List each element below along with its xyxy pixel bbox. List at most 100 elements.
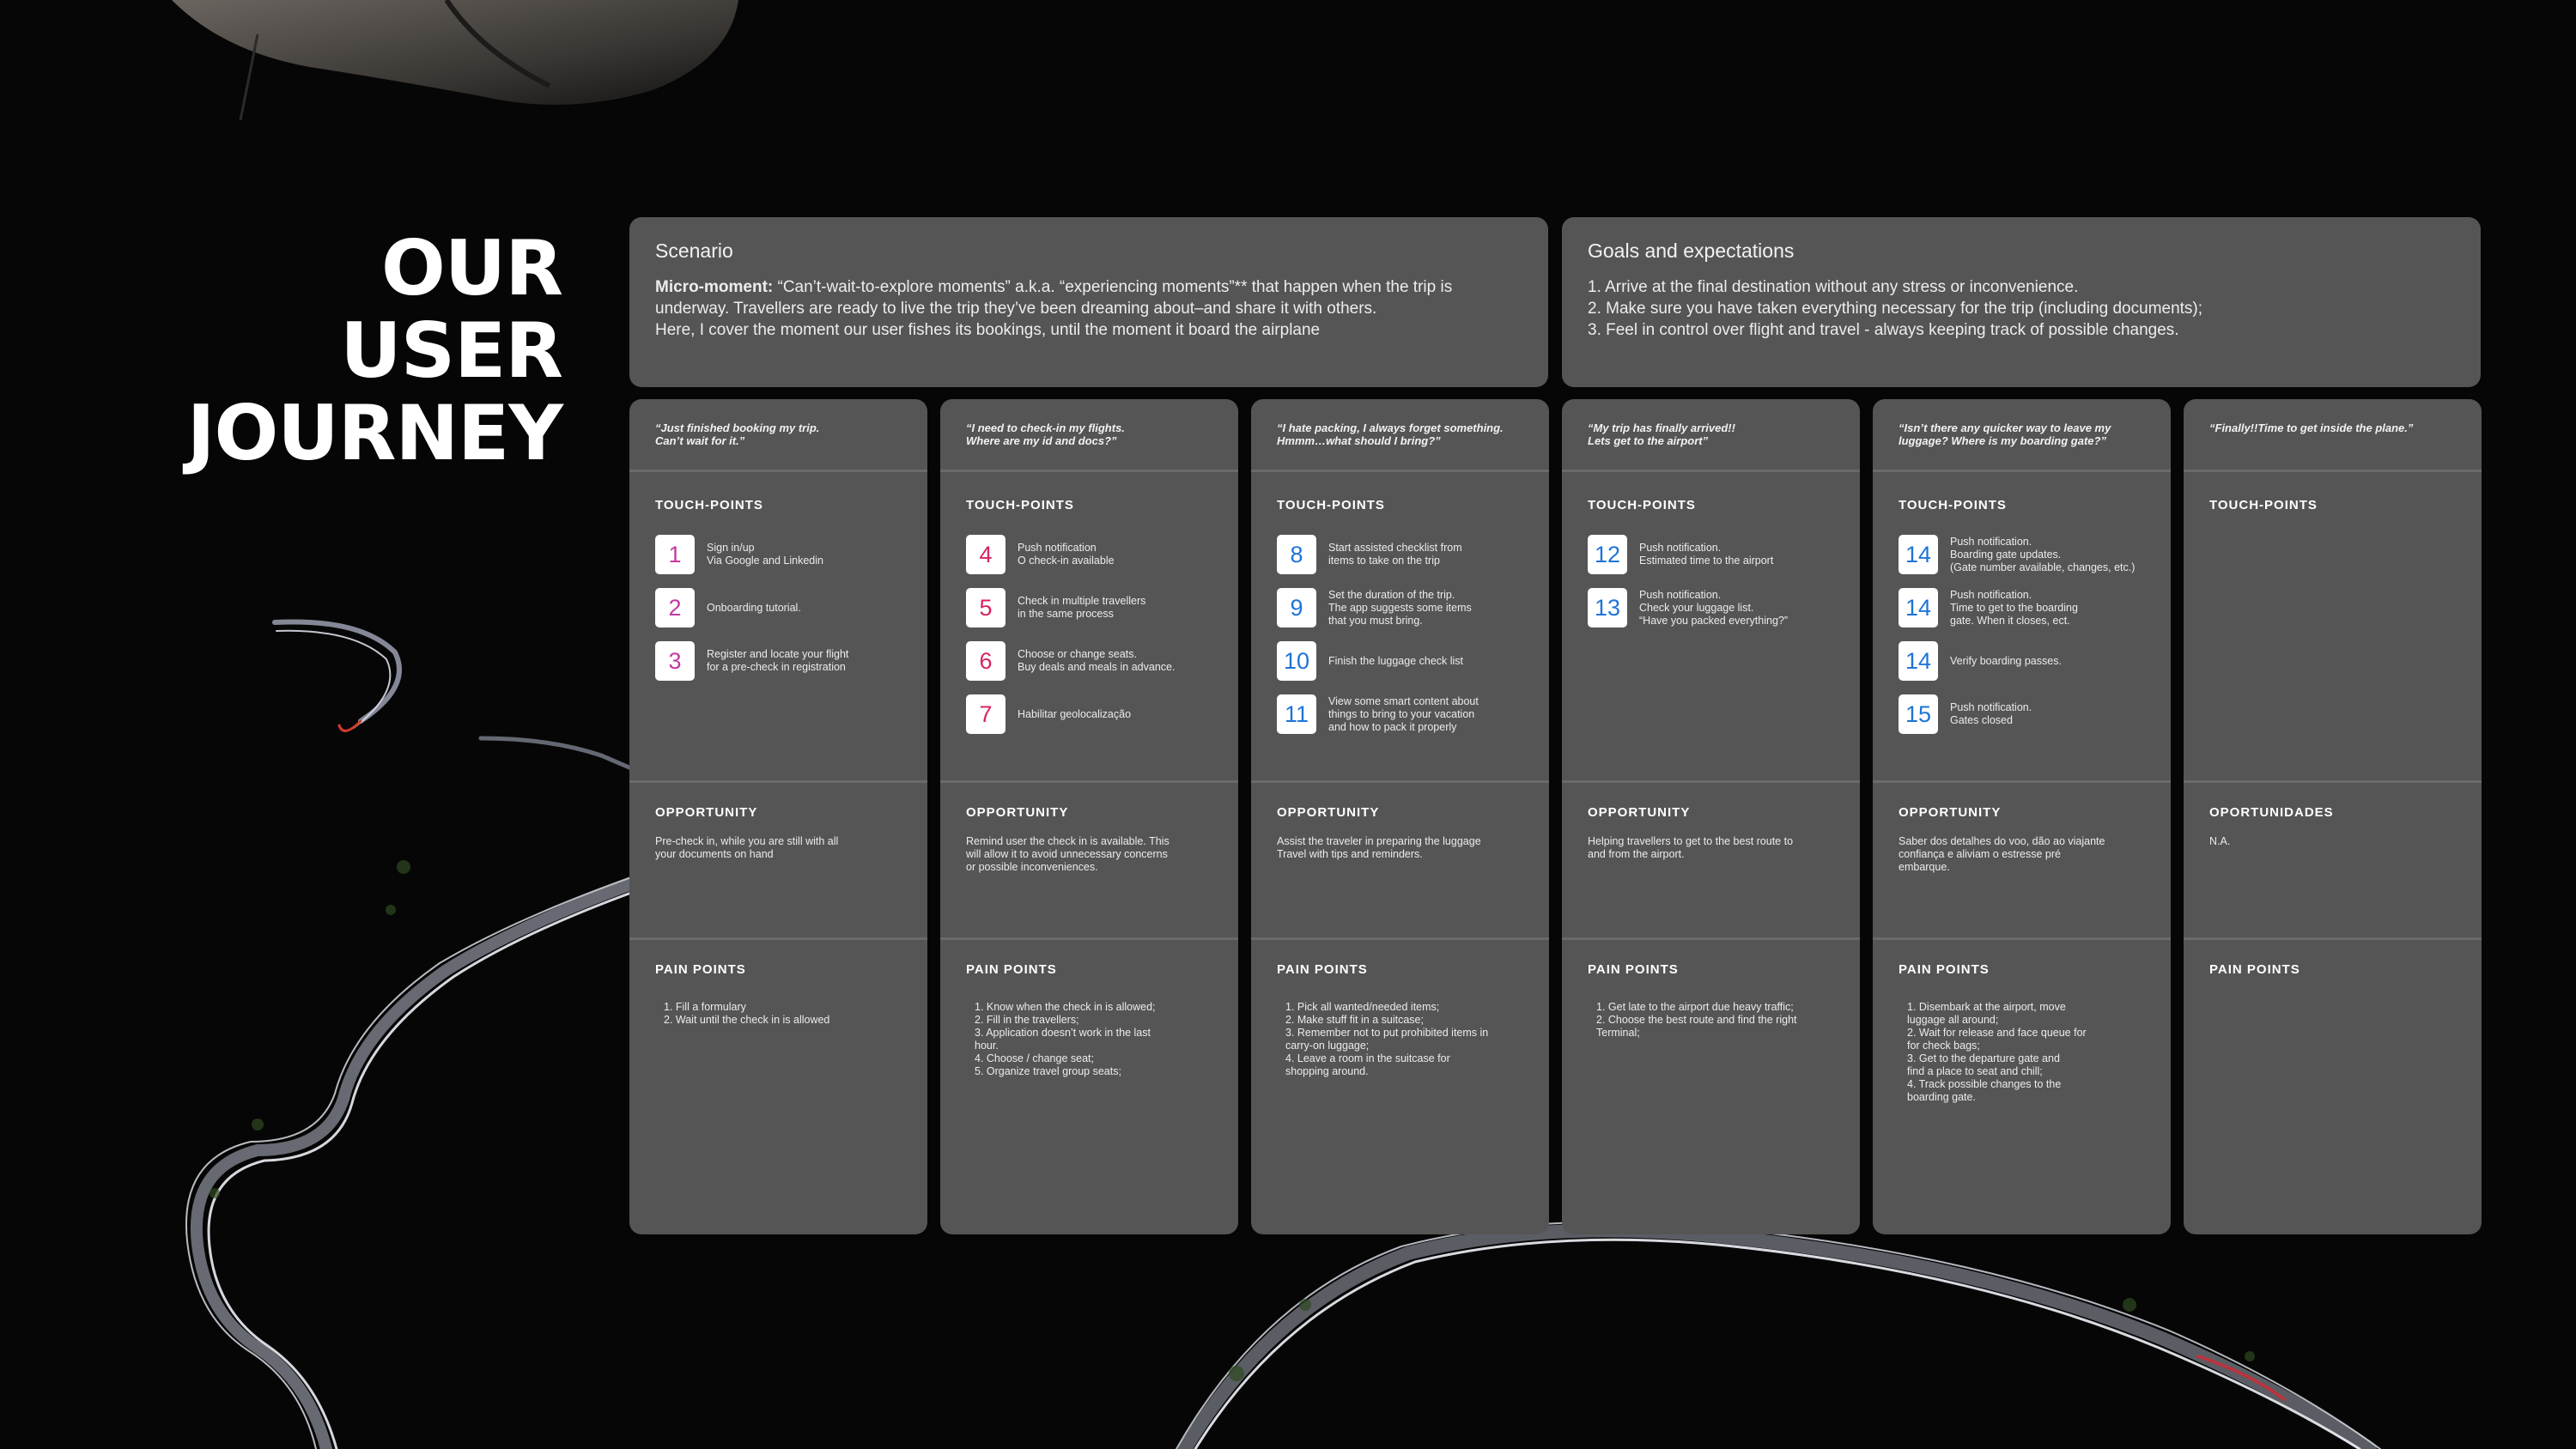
goal-item: 2. Make sure you have taken everything n… (1588, 300, 2203, 318)
scenario-line-2: underway. Travellers are ready to live t… (655, 300, 1377, 318)
touchpoint-number-badge: 14 (1899, 641, 1938, 681)
journey-stage-column: “Isn’t there any quicker way to leave my… (1873, 399, 2171, 1234)
scenario-bold-label: Micro-moment: (655, 278, 778, 296)
opportunity-text: N.A. (2209, 835, 2231, 847)
pain-points-section: PAIN POINTS 1. Know when the check in is … (940, 940, 1238, 1078)
touchpoints-label: TOUCH-POINTS (1899, 498, 2007, 512)
touchpoint-number-badge: 9 (1277, 588, 1316, 627)
touchpoint-item: 11 View some smart content about things t… (1277, 688, 1532, 741)
user-quote: “I hate packing, I always forget somethi… (1277, 421, 1504, 447)
opportunity-section: OPORTUNIDADES N.A. (2184, 783, 2482, 937)
touchpoint-text: Set the duration of the trip. The app su… (1328, 588, 1472, 627)
touchpoint-text: Push notification. Gates closed (1950, 701, 2032, 726)
user-quote: “I need to check-in my flights. Where ar… (966, 421, 1125, 447)
goals-panel: Goals and expectations 1. Arrive at the … (1562, 217, 2481, 387)
journey-stage-column: “I need to check-in my flights. Where ar… (940, 399, 1238, 1234)
touchpoint-item: 14 Verify boarding passes. (1899, 634, 2154, 688)
hat-image (172, 0, 738, 121)
touchpoints-list: 14 Push notification. Boarding gate updat… (1873, 512, 2171, 741)
touchpoint-number-badge: 7 (966, 694, 1005, 734)
touchpoints-label: TOUCH-POINTS (966, 498, 1074, 512)
opportunity-text: Pre-check in, while you are still with a… (655, 835, 839, 860)
touchpoints-section: TOUCH-POINTS 12 Push notification. Estimat… (1562, 472, 1860, 780)
pain-points-label: PAIN POINTS (2209, 962, 2300, 977)
opportunity-label: OPPORTUNITY (1899, 805, 2002, 820)
touchpoint-number-badge: 8 (1277, 535, 1316, 574)
touchpoints-section: TOUCH-POINTS 1 Sign in/up Via Google and L… (629, 472, 927, 780)
touchpoint-item: 7 Habilitar geolocalização (966, 688, 1221, 741)
touchpoints-list: 8 Start assisted checklist from items to … (1251, 512, 1549, 741)
scenario-panel: Scenario Micro-moment: “Can’t-wait-to-ex… (629, 217, 1548, 387)
touchpoints-list (2184, 512, 2482, 528)
pain-points-section: PAIN POINTS 1. Fill a formulary 2. Wait u… (629, 940, 927, 1027)
touchpoints-list: 1 Sign in/up Via Google and Linkedin 2 Onbo… (629, 512, 927, 688)
touchpoints-list: 12 Push notification. Estimated time to t… (1562, 512, 1860, 634)
touchpoint-item: 12 Push notification. Estimated time to t… (1588, 528, 1843, 581)
touchpoint-number-badge: 15 (1899, 694, 1938, 734)
opportunity-section: OPPORTUNITY Remind user the check in is a… (940, 783, 1238, 937)
touchpoint-number-badge: 3 (655, 641, 695, 681)
touchpoint-text: Push notification O check-in available (1018, 542, 1115, 567)
opportunity-section: OPPORTUNITY Assist the traveler in prepar… (1251, 783, 1549, 937)
touchpoint-text: Push notification. Boarding gate updates… (1950, 535, 2136, 573)
touchpoints-section: TOUCH-POINTS 4 Push notification O check-i… (940, 472, 1238, 780)
pain-points-label: PAIN POINTS (655, 962, 746, 977)
title-line-2: JOURNEY (186, 389, 563, 477)
touchpoint-number-badge: 14 (1899, 535, 1938, 574)
touchpoint-number-badge: 1 (655, 535, 695, 574)
touchpoint-item: 8 Start assisted checklist from items to … (1277, 528, 1532, 581)
touchpoints-label: TOUCH-POINTS (1277, 498, 1385, 512)
journey-stage-column: “I hate packing, I always forget somethi… (1251, 399, 1549, 1234)
touchpoint-text: Push notification. Check your luggage li… (1639, 588, 1789, 627)
touchpoint-text: Register and locate your flight for a pr… (707, 648, 849, 673)
user-quote: “Just finished booking my trip. Can’t wa… (655, 421, 820, 447)
touchpoint-item: 4 Push notification O check-in available (966, 528, 1221, 581)
touchpoint-item: 14 Push notification. Boarding gate updat… (1899, 528, 2154, 581)
touchpoint-text: Verify boarding passes. (1950, 654, 2062, 667)
pain-points-text: 1. Know when the check in is allowed; 2.… (975, 1001, 1156, 1077)
title-line-1: OUR USER (340, 224, 563, 395)
touchpoints-label: TOUCH-POINTS (2209, 498, 2318, 512)
touchpoint-number-badge: 5 (966, 588, 1005, 627)
user-quote: “Isn’t there any quicker way to leave my… (1899, 421, 2111, 447)
scenario-heading: Scenario (655, 239, 733, 262)
pain-points-text: 1. Pick all wanted/needed items; 2. Make… (1285, 1001, 1489, 1077)
touchpoints-label: TOUCH-POINTS (655, 498, 763, 512)
touchpoint-text: Habilitar geolocalização (1018, 707, 1132, 720)
opportunity-label: OPPORTUNITY (966, 805, 1069, 820)
opportunity-section: OPPORTUNITY Pre-check in, while you are s… (629, 783, 927, 937)
touchpoint-item: 1 Sign in/up Via Google and Linkedin (655, 528, 910, 581)
pain-points-text (2184, 977, 2482, 1001)
pain-points-section: PAIN POINTS 1. Disembark at the airport, … (1873, 940, 2171, 1104)
opportunity-label: OPPORTUNITY (1588, 805, 1691, 820)
touchpoint-text: View some smart content about things to … (1328, 694, 1479, 733)
user-quote: “Finally!!Time to get inside the plane.” (2209, 421, 2414, 434)
touchpoint-text: Sign in/up Via Google and Linkedin (707, 542, 823, 567)
touchpoints-section: TOUCH-POINTS (2184, 472, 2482, 780)
pain-points-section: PAIN POINTS 1. Pick all wanted/needed ite… (1251, 940, 1549, 1078)
opportunity-label: OPPORTUNITY (1277, 805, 1380, 820)
journey-stage-column: “Finally!!Time to get inside the plane.”… (2184, 399, 2482, 1234)
touchpoint-number-badge: 10 (1277, 641, 1316, 681)
touchpoint-text: Onboarding tutorial. (707, 601, 801, 614)
touchpoint-item: 14 Push notification. Time to get to the … (1899, 581, 2154, 634)
touchpoint-text: Choose or change seats. Buy deals and me… (1018, 648, 1176, 673)
scenario-line-1: “Can’t-wait-to-explore moments” a.k.a. “… (777, 278, 1453, 296)
touchpoint-item: 15 Push notification. Gates closed (1899, 688, 2154, 741)
journey-stage-column: “Just finished booking my trip. Can’t wa… (629, 399, 927, 1234)
touchpoint-item: 6 Choose or change seats. Buy deals and m… (966, 634, 1221, 688)
touchpoint-text: Check in multiple travellers in the same… (1018, 595, 1146, 620)
opportunity-text: Remind user the check in is available. T… (966, 835, 1170, 873)
pain-points-text: 1. Fill a formulary 2. Wait until the ch… (664, 1001, 830, 1026)
goal-item: 3. Feel in control over flight and trave… (1588, 321, 2179, 339)
touchpoint-number-badge: 13 (1588, 588, 1627, 627)
touchpoint-number-badge: 14 (1899, 588, 1938, 627)
touchpoint-text: Push notification. Time to get to the bo… (1950, 588, 2078, 627)
pain-points-label: PAIN POINTS (1899, 962, 1990, 977)
opportunity-text: Saber dos detalhes do voo, dão ao viajan… (1899, 835, 2105, 873)
pain-points-label: PAIN POINTS (966, 962, 1057, 977)
touchpoint-item: 13 Push notification. Check your luggage … (1588, 581, 1843, 634)
touchpoints-label: TOUCH-POINTS (1588, 498, 1696, 512)
journey-stage-column: “My trip has finally arrived!! Lets get … (1562, 399, 1860, 1234)
pain-points-text: 1. Disembark at the airport, move luggag… (1907, 1001, 2087, 1103)
